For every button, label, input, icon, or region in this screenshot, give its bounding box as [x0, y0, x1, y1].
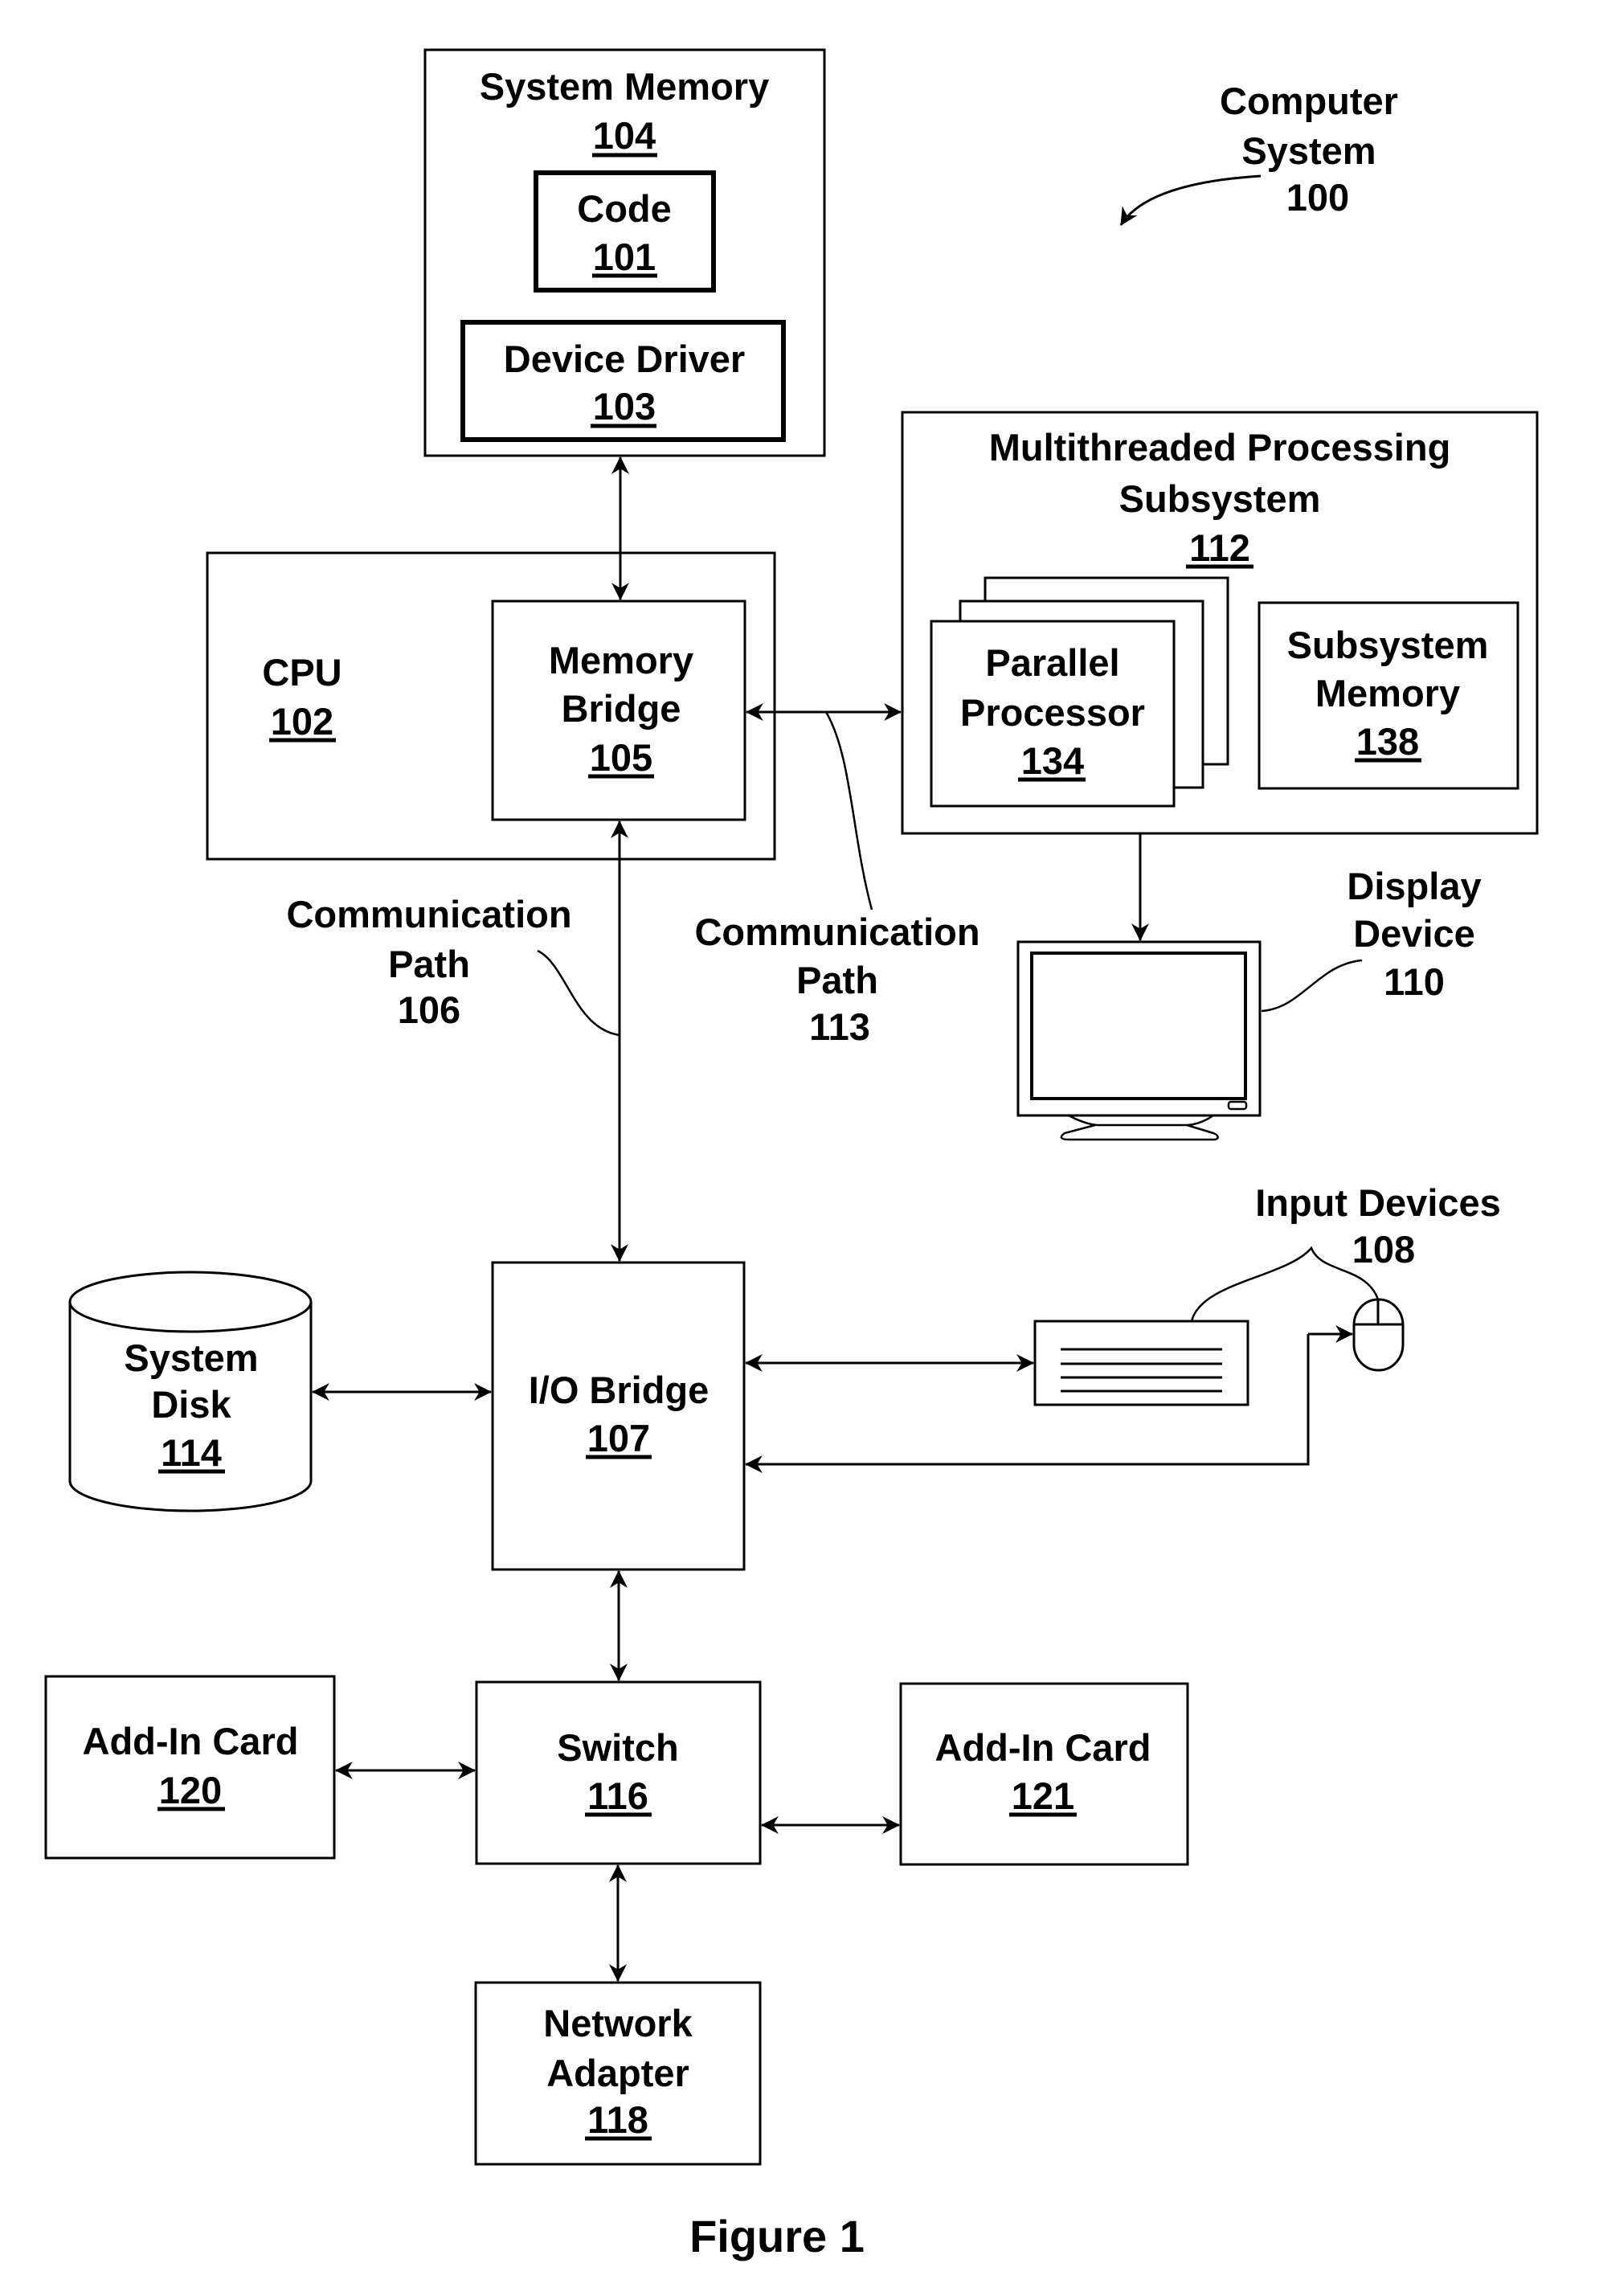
monitor-stand-neck [1068, 1114, 1214, 1127]
mps-title-line-1: Multithreaded Processing [989, 426, 1451, 469]
display-device-callout: Display Device 110 [1261, 865, 1482, 1013]
system-disk-top [68, 1271, 313, 1333]
io-bridge-title: I/O Bridge [529, 1369, 710, 1411]
computer-system-block-diagram: Computer System 100 System Memory 104 Co… [44, 48, 1539, 2261]
add-in-card-120-title: Add-In Card [83, 1720, 299, 1762]
computer-system-label-line-2: System [1241, 129, 1376, 172]
cpu-ref: 102 [271, 700, 333, 743]
add-in-card-120-ref: 120 [159, 1769, 222, 1811]
system-disk-block: System Disk 114 [68, 1271, 313, 1512]
comm-path-113-line-2: Path [796, 959, 878, 1001]
add-in-card-121-ref: 121 [1012, 1774, 1074, 1817]
comm-path-113-ref: 113 [809, 1005, 870, 1048]
system-memory-block: System Memory 104 Code 101 Device Driver… [423, 48, 826, 457]
display-device-monitor-icon [1016, 940, 1262, 1141]
comm-path-113-line-1: Communication [694, 911, 979, 953]
code-title: Code [577, 187, 672, 230]
mouse-icon [1352, 1298, 1405, 1372]
io-bridge-block: I/O Bridge 107 [491, 1261, 746, 1571]
switch-title: Switch [557, 1726, 678, 1769]
switch-ref: 116 [587, 1774, 648, 1817]
system-disk-title-line-2: Disk [151, 1383, 231, 1426]
mps-block: Multithreaded Processing Subsystem 112 P… [901, 411, 1539, 835]
add-in-card-120-box [44, 1675, 336, 1860]
display-device-line-2: Device [1353, 912, 1475, 955]
display-device-ref: 110 [1384, 960, 1445, 1003]
system-disk-ref: 114 [161, 1431, 222, 1474]
cpu-title: CPU [262, 651, 341, 694]
add-in-card-121-block: Add-In Card 121 [899, 1682, 1189, 1866]
input-devices-brace [1190, 1246, 1380, 1322]
comm-path-106-line-1: Communication [286, 893, 571, 935]
network-adapter-title-line-2: Adapter [546, 2052, 689, 2094]
comm-path-113-leader [824, 711, 873, 911]
keyboard-icon [1033, 1320, 1249, 1406]
code-ref: 101 [593, 235, 656, 278]
computer-system-ref: 100 [1286, 176, 1349, 219]
monitor-screen [1030, 952, 1247, 1100]
comm-path-106-leader [537, 949, 620, 1037]
network-adapter-ref: 118 [587, 2098, 648, 2141]
add-in-card-121-title: Add-In Card [935, 1726, 1151, 1769]
io-bridge-box [491, 1261, 746, 1571]
switch-box [475, 1680, 762, 1865]
device-driver-ref: 103 [593, 385, 656, 428]
communication-path-106-callout: Communication Path 106 [286, 893, 620, 1037]
add-in-card-120-block: Add-In Card 120 [44, 1675, 336, 1860]
parallel-processor-ref: 134 [1021, 739, 1084, 782]
network-adapter-block: Network Adapter 118 [474, 1981, 762, 2166]
computer-system-label-line-1: Computer [1220, 80, 1398, 122]
memory-bridge-title-line-2: Bridge [562, 687, 681, 730]
system-memory-title: System Memory [480, 65, 770, 108]
display-device-line-1: Display [1347, 865, 1481, 907]
subsystem-memory-title-line-2: Memory [1315, 672, 1460, 714]
cpu-block: CPU 102 Memory Bridge 105 [206, 551, 776, 861]
comm-path-106-line-2: Path [388, 943, 470, 985]
system-disk-title-line-1: System [124, 1336, 258, 1379]
monitor-stand-base [1060, 1123, 1219, 1141]
parallel-processor-title-line-2: Processor [960, 691, 1145, 734]
mps-ref: 112 [1189, 526, 1250, 569]
parallel-processor-title-line-1: Parallel [985, 641, 1119, 684]
mps-title-line-2: Subsystem [1119, 477, 1321, 520]
io-bridge-ref: 107 [587, 1417, 650, 1459]
computer-system-callout: Computer System 100 [1119, 80, 1398, 226]
switch-block: Switch 116 [475, 1680, 762, 1865]
subsystem-memory-title-line-1: Subsystem [1287, 624, 1489, 666]
display-device-leader [1261, 959, 1363, 1013]
system-memory-ref: 104 [593, 114, 656, 157]
memory-bridge-title-line-1: Memory [549, 639, 693, 681]
device-driver-title: Device Driver [504, 338, 745, 380]
network-adapter-title-line-1: Network [543, 2002, 693, 2044]
subsystem-memory-ref: 138 [1356, 720, 1419, 763]
comm-path-106-ref: 106 [398, 988, 460, 1031]
memory-bridge-ref: 105 [590, 736, 652, 779]
input-devices-title: Input Devices [1255, 1181, 1501, 1224]
figure-caption: Figure 1 [689, 2211, 865, 2261]
input-devices-callout: Input Devices 108 [1190, 1181, 1501, 1322]
input-devices-ref: 108 [1352, 1228, 1415, 1271]
computer-system-pointer-arrow [1119, 174, 1262, 226]
